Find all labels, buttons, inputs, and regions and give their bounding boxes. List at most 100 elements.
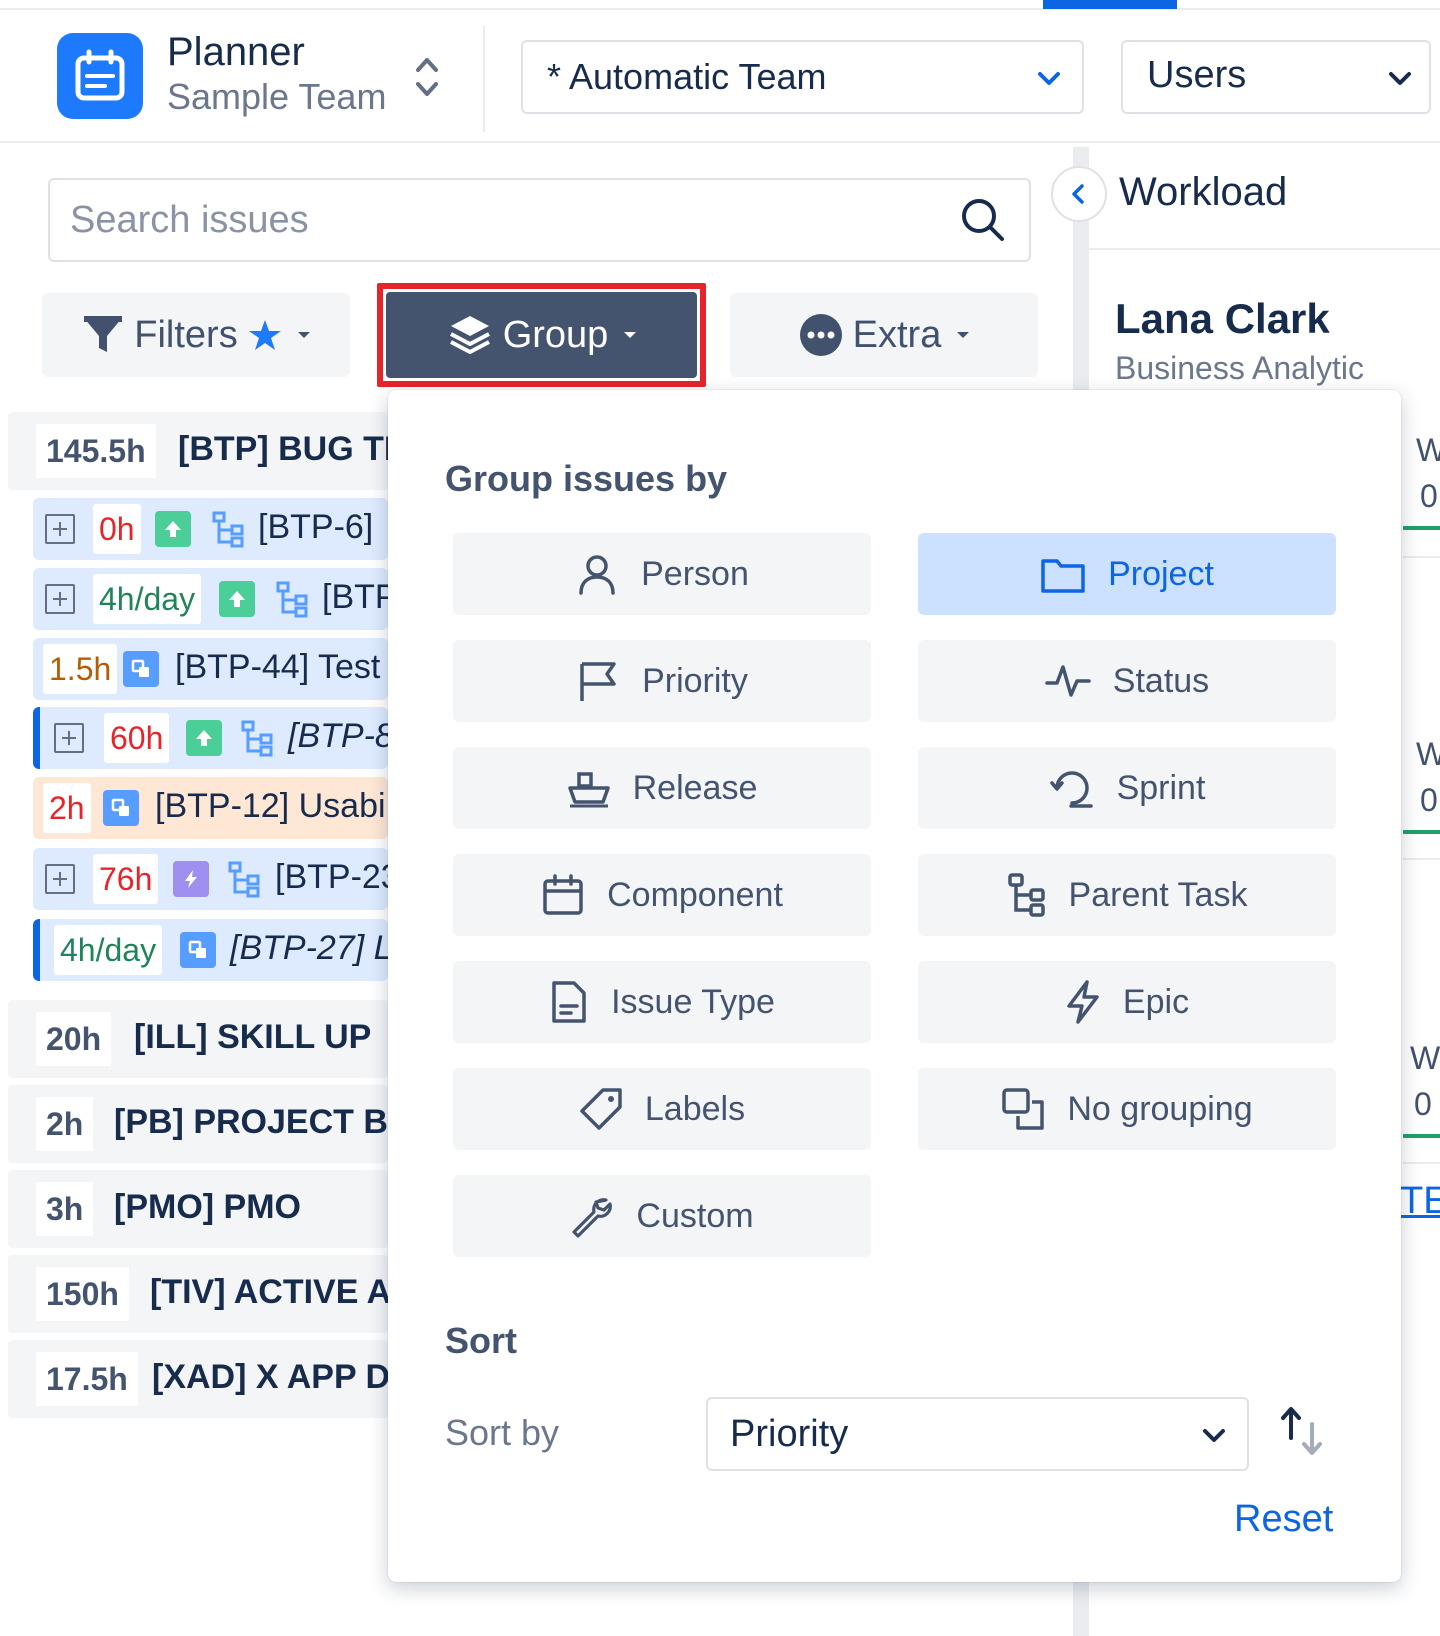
issue-row[interactable]: 4h/day [BTP	[33, 568, 388, 630]
group-option-label: Custom	[636, 1196, 754, 1235]
app-header: Planner Sample Team * Automatic Team Use…	[0, 10, 1440, 143]
project-group-row[interactable]: 145.5h [BTP] BUG TR	[8, 412, 388, 490]
person-icon	[579, 555, 615, 595]
document-icon	[552, 981, 586, 1023]
group-option-custom[interactable]: Custom	[453, 1175, 871, 1257]
person-role: Business Analytic	[1115, 350, 1365, 386]
active-top-tab-indicator	[1043, 0, 1177, 9]
project-group-row[interactable]: 17.5h [XAD] X APP DI	[8, 1340, 388, 1418]
hierarchy-icon	[241, 720, 273, 757]
group-option-parent-task[interactable]: Parent Task	[918, 854, 1336, 936]
team-switcher-icon[interactable]	[414, 54, 440, 100]
group-button[interactable]: Group	[386, 292, 697, 378]
group-hours: 145.5h	[36, 424, 156, 478]
caret-down-icon	[957, 332, 970, 338]
sort-by-select[interactable]: Priority	[706, 1397, 1249, 1471]
group-option-no-grouping[interactable]: No grouping	[918, 1068, 1336, 1150]
workload-fragment: W	[1416, 736, 1440, 772]
filters-button[interactable]: Filters	[42, 293, 350, 377]
issue-hours: 2h	[43, 783, 91, 833]
subtask-icon	[180, 932, 216, 968]
wrench-icon	[572, 1198, 613, 1238]
team-name: Sample Team	[167, 76, 387, 117]
reset-link[interactable]: Reset	[1234, 1498, 1333, 1541]
workload-divider	[1089, 248, 1440, 250]
group-option-label: Project	[1108, 554, 1214, 593]
group-option-label: Issue Type	[611, 982, 775, 1021]
planner-logo-icon	[57, 33, 143, 119]
group-title: [PB] PROJECT BE	[114, 1103, 388, 1141]
group-option-sprint[interactable]: Sprint	[918, 747, 1336, 829]
group-option-component[interactable]: Component	[453, 854, 871, 936]
improvement-icon	[186, 720, 222, 756]
search-icon[interactable]	[959, 196, 1007, 244]
more-icon	[799, 314, 842, 356]
folder-icon	[1041, 559, 1085, 593]
view-select[interactable]: Users	[1121, 40, 1431, 114]
chevron-left-icon	[1072, 184, 1084, 204]
group-option-person[interactable]: Person	[453, 533, 871, 615]
sort-heading: Sort	[445, 1320, 517, 1361]
hierarchy-icon	[212, 511, 244, 548]
expand-icon[interactable]	[45, 514, 75, 544]
group-option-status[interactable]: Status	[918, 640, 1336, 722]
team-link[interactable]: TEA	[1400, 1180, 1440, 1223]
group-option-release[interactable]: Release	[453, 747, 871, 829]
expand-icon[interactable]	[45, 584, 75, 614]
group-option-issue-type[interactable]: Issue Type	[453, 961, 871, 1043]
search-input[interactable]	[70, 194, 930, 246]
group-title: [BTP] BUG TR	[178, 430, 388, 468]
issue-row[interactable]: 4h/day [BTP-27] L	[33, 919, 388, 981]
issue-title: [BTP-23	[275, 858, 388, 896]
person-name[interactable]: Lana Clark	[1115, 295, 1330, 343]
group-option-label: No grouping	[1067, 1089, 1253, 1128]
workload-fragment: 0	[1420, 782, 1438, 818]
group-label: Group	[502, 313, 609, 356]
issue-row[interactable]: 60h [BTP-8	[33, 707, 388, 769]
collapse-panel-button[interactable]	[1051, 166, 1107, 222]
search-box[interactable]	[48, 178, 1031, 262]
team-select-value: * Automatic Team	[547, 56, 827, 97]
lightning-icon	[1067, 980, 1099, 1024]
group-hours: 150h	[36, 1267, 129, 1321]
project-group-row[interactable]: 3h [PMO] PMO	[8, 1170, 388, 1248]
layers-icon	[449, 316, 490, 354]
subtask-icon	[123, 651, 159, 687]
group-option-label: Release	[632, 768, 758, 807]
group-option-epic[interactable]: Epic	[918, 961, 1336, 1043]
expand-icon[interactable]	[45, 864, 75, 894]
star-icon	[248, 320, 281, 350]
team-select[interactable]: * Automatic Team	[521, 40, 1084, 114]
group-option-project[interactable]: Project	[918, 533, 1336, 615]
group-heading: Group issues by	[445, 458, 728, 499]
group-hours: 2h	[36, 1097, 94, 1151]
workload-divider	[1403, 556, 1440, 558]
issue-row[interactable]: 1.5h [BTP-44] Test	[33, 638, 388, 700]
group-option-labels[interactable]: Labels	[453, 1068, 871, 1150]
workload-fragment: 0	[1420, 478, 1438, 514]
improvement-icon	[155, 511, 191, 547]
improvement-icon	[219, 581, 255, 617]
header-divider	[483, 26, 485, 132]
calendar-icon	[543, 874, 583, 915]
project-group-row[interactable]: 150h [TIV] ACTIVE A	[8, 1255, 388, 1333]
app-title: Planner	[167, 30, 305, 74]
group-option-label: Priority	[642, 661, 748, 700]
expand-icon[interactable]	[54, 723, 84, 753]
issue-title: [BTP-44] Test	[175, 648, 381, 686]
sort-direction-icon[interactable]	[1277, 1404, 1327, 1458]
issue-row[interactable]: 0h [BTP-6]	[33, 498, 388, 560]
group-option-priority[interactable]: Priority	[453, 640, 871, 722]
project-group-row[interactable]: 2h [PB] PROJECT BE	[8, 1085, 388, 1163]
extra-button[interactable]: Extra	[730, 293, 1038, 377]
issue-row[interactable]: 76h [BTP-23	[33, 848, 388, 910]
project-group-row[interactable]: 20h [ILL] SKILL UP	[8, 1000, 388, 1078]
group-hours: 20h	[36, 1012, 112, 1066]
workload-bar	[1403, 526, 1440, 530]
hierarchy-icon	[228, 861, 260, 898]
group-hours: 17.5h	[36, 1352, 138, 1406]
epic-icon	[173, 861, 209, 897]
ungroup-icon	[1002, 1088, 1045, 1130]
issue-row[interactable]: 2h [BTP-12] Usabi	[33, 777, 388, 839]
group-option-label: Component	[607, 875, 783, 914]
